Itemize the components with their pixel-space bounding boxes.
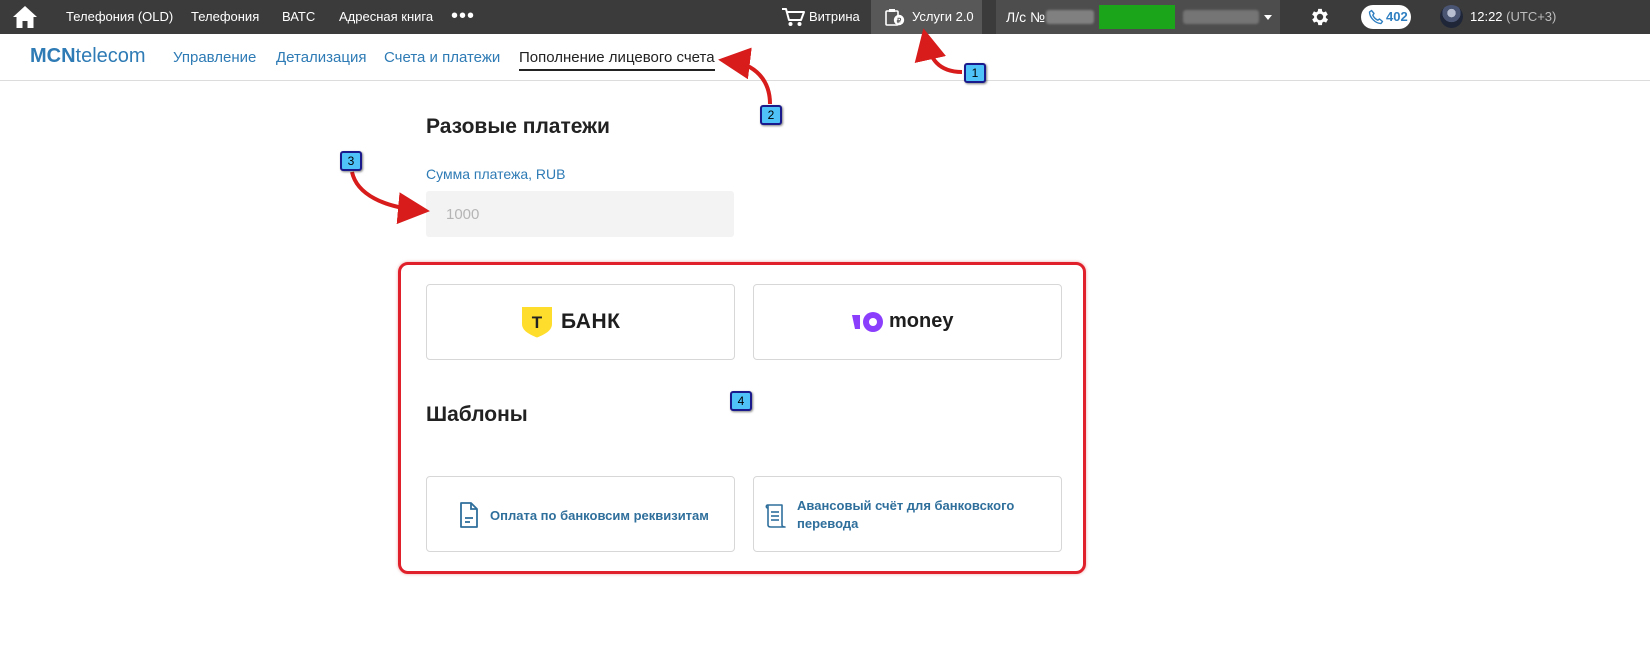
- account-selector[interactable]: Л/с №: [996, 0, 1280, 34]
- tab-account-topup[interactable]: Пополнение лицевого счета: [519, 49, 715, 71]
- brand-bold: MCN: [30, 45, 76, 67]
- section-nav: MCNtelecom Управление Детализация Счета …: [0, 34, 1650, 81]
- page-title: Разовые платежи: [426, 115, 610, 138]
- amount-label: Сумма платежа, RUB: [426, 166, 566, 182]
- document-icon: [460, 502, 478, 528]
- clock-timezone: (UTC+3): [1506, 9, 1557, 24]
- tab-management[interactable]: Управление: [173, 49, 256, 66]
- tbank-shield-icon: T: [522, 307, 552, 338]
- template-bank-details-label: Оплата по банковсим реквизитам: [490, 508, 709, 523]
- tbank-pay-button[interactable]: T БАНК: [426, 284, 735, 360]
- tbank-text: БАНК: [561, 310, 621, 333]
- yoomoney-logo: money: [851, 308, 981, 338]
- clock-time: 12:22: [1470, 9, 1503, 24]
- gear-icon[interactable]: [1309, 6, 1331, 28]
- chevron-down-icon: [1264, 15, 1272, 20]
- template-advance-invoice[interactable]: Авансовый счёт для банковского перевода: [753, 476, 1062, 552]
- svg-text:T: T: [532, 313, 543, 332]
- phone-calls-badge[interactable]: 402: [1361, 5, 1411, 29]
- services-label: Услуги 2.0: [912, 9, 974, 24]
- brand-logo[interactable]: MCNtelecom: [30, 45, 146, 68]
- template-bank-details[interactable]: Оплата по банковсим реквизитам: [426, 476, 735, 552]
- services-2-button[interactable]: ₽ Услуги 2.0: [871, 0, 982, 34]
- template-advance-invoice-label: Авансовый счёт для банковского перевода: [797, 498, 1015, 531]
- brand-rest: telecom: [75, 45, 146, 67]
- yoomoney-text: money: [889, 310, 954, 332]
- nav-telephony[interactable]: Телефония: [191, 0, 259, 34]
- templates-title: Шаблоны: [426, 403, 528, 426]
- yoomoney-pay-button[interactable]: money: [753, 284, 1062, 360]
- avatar[interactable]: [1440, 5, 1463, 28]
- nav-showcase[interactable]: Витрина: [809, 0, 860, 34]
- amount-input[interactable]: [426, 191, 734, 237]
- nav-vats[interactable]: ВАТС: [282, 0, 315, 34]
- annotation-marker-3: 3: [340, 151, 362, 171]
- phone-icon: [1368, 9, 1384, 25]
- svg-text:₽: ₽: [897, 17, 902, 25]
- tbank-logo: T БАНК: [521, 306, 631, 340]
- account-name-redacted: [1183, 10, 1259, 24]
- phone-count: 402: [1386, 9, 1408, 24]
- home-icon[interactable]: [12, 5, 38, 29]
- services-icon: ₽: [885, 9, 905, 26]
- clock: 12:22 (UTC+3): [1470, 0, 1556, 34]
- tab-invoices-payments[interactable]: Счета и платежи: [384, 49, 500, 66]
- account-status-redacted: [1099, 5, 1175, 29]
- nav-address-book[interactable]: Адресная книга: [339, 0, 433, 34]
- arrow-3: [350, 171, 430, 225]
- top-bar: Телефония (OLD) Телефония ВАТС Адресная …: [0, 0, 1650, 34]
- account-number-redacted: [1046, 10, 1094, 24]
- yoomoney-icon: [852, 312, 883, 332]
- cart-icon[interactable]: [781, 7, 805, 27]
- annotation-marker-4: 4: [730, 391, 752, 411]
- more-menu-button[interactable]: •••: [451, 0, 475, 34]
- annotation-marker-1: 1: [964, 63, 986, 83]
- account-label: Л/с №: [1006, 9, 1045, 25]
- scroll-invoice-icon: [765, 504, 786, 528]
- annotation-marker-2: 2: [760, 105, 782, 125]
- nav-telephony-old[interactable]: Телефония (OLD): [66, 0, 173, 34]
- tab-details[interactable]: Детализация: [276, 49, 367, 66]
